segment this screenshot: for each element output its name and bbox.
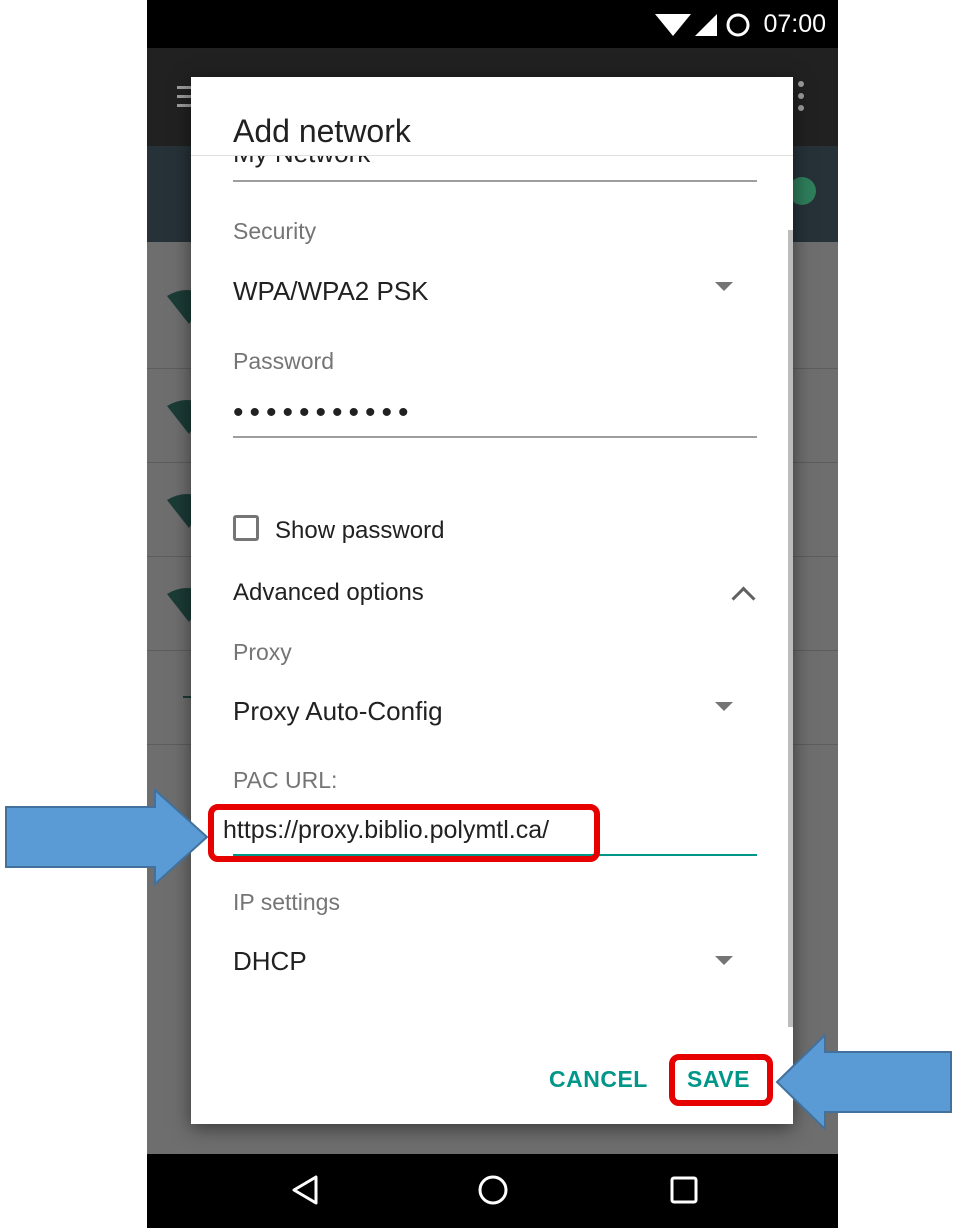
pac-url-label: PAC URL: bbox=[233, 767, 338, 793]
arrow-right-icon bbox=[5, 787, 209, 887]
chevron-up-icon[interactable] bbox=[731, 586, 756, 611]
pac-url-highlight bbox=[208, 804, 600, 862]
ip-settings-select[interactable]: DHCP bbox=[233, 946, 307, 977]
proxy-label: Proxy bbox=[233, 639, 292, 665]
show-password-label[interactable]: Show password bbox=[275, 517, 444, 545]
status-time: 07:00 bbox=[763, 10, 826, 38]
password-label: Password bbox=[233, 348, 334, 374]
home-icon[interactable] bbox=[477, 1174, 509, 1206]
network-name-input[interactable]: My Network bbox=[233, 156, 370, 169]
show-password-checkbox[interactable] bbox=[233, 515, 259, 541]
wifi-icon bbox=[655, 14, 691, 36]
cell-signal-icon bbox=[695, 14, 717, 36]
cancel-button[interactable]: CANCEL bbox=[549, 1066, 648, 1093]
proxy-dropdown-icon[interactable] bbox=[715, 702, 733, 711]
ip-settings-dropdown-icon[interactable] bbox=[715, 956, 733, 965]
proxy-select[interactable]: Proxy Auto-Config bbox=[233, 696, 443, 727]
back-icon[interactable] bbox=[291, 1174, 319, 1206]
dialog-scrollbar[interactable] bbox=[788, 230, 793, 1027]
status-bar: 07:00 bbox=[147, 0, 838, 48]
navigation-bar bbox=[147, 1154, 838, 1228]
add-network-dialog: Add network My Network Security WPA/WPA2… bbox=[191, 77, 793, 1124]
recents-icon[interactable] bbox=[670, 1176, 698, 1204]
network-name-underline bbox=[233, 180, 757, 182]
more-options-icon[interactable] bbox=[797, 80, 805, 112]
password-input[interactable]: ••••••••••• bbox=[233, 396, 415, 430]
title-divider bbox=[191, 155, 793, 156]
ip-settings-label: IP settings bbox=[233, 889, 340, 915]
dialog-scroll-content[interactable]: My Network Security WPA/WPA2 PSK Passwor… bbox=[191, 156, 793, 1124]
security-dropdown-icon[interactable] bbox=[715, 282, 733, 291]
save-button-highlight bbox=[669, 1054, 773, 1106]
ring-icon bbox=[726, 13, 750, 37]
password-underline bbox=[233, 436, 757, 438]
advanced-options-toggle[interactable]: Advanced options bbox=[233, 579, 424, 607]
security-select[interactable]: WPA/WPA2 PSK bbox=[233, 276, 429, 307]
dialog-title: Add network bbox=[233, 113, 411, 149]
arrow-left-icon bbox=[775, 1032, 952, 1132]
security-label: Security bbox=[233, 218, 317, 244]
